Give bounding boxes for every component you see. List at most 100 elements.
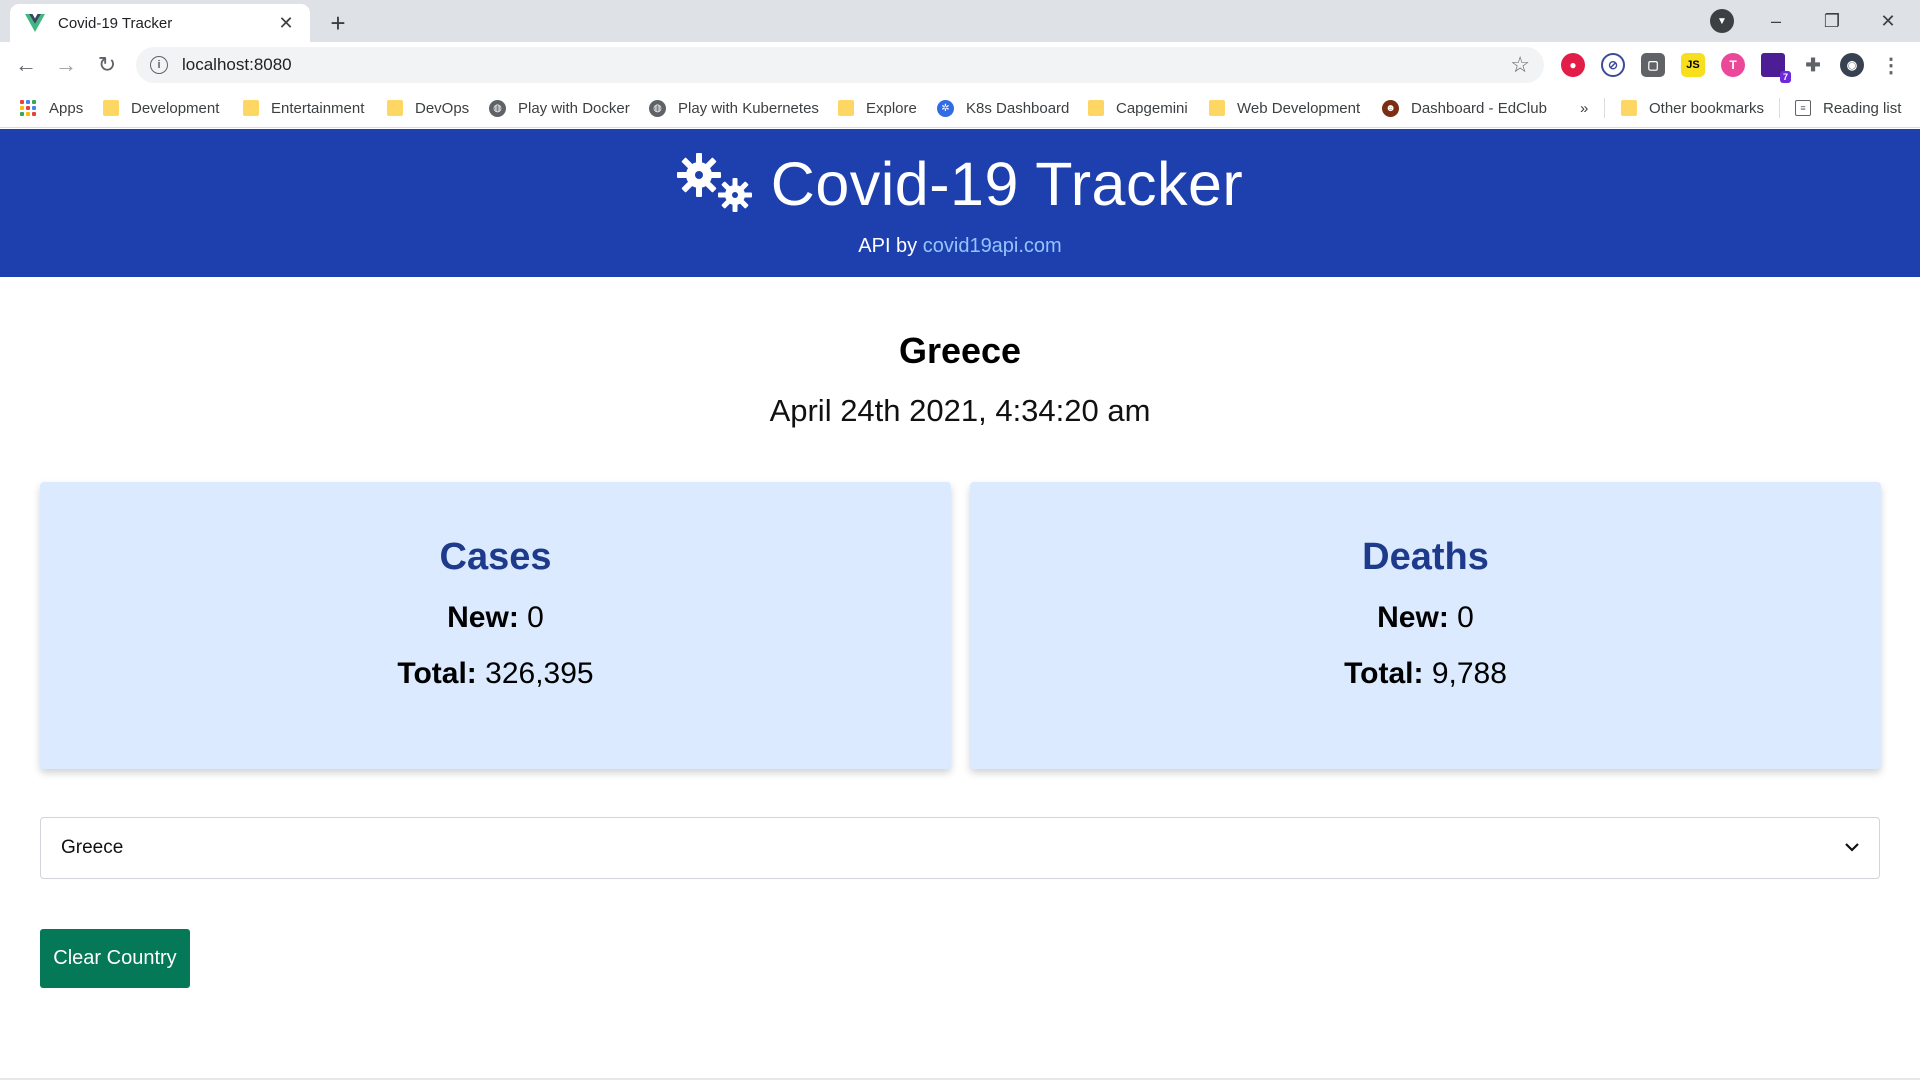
reading-list-label: Reading list xyxy=(1823,99,1902,117)
deaths-total-value: 9,788 xyxy=(1431,657,1507,690)
tab-close-icon[interactable]: ✕ xyxy=(274,11,298,35)
profile-avatar[interactable]: ◉ xyxy=(1840,53,1864,77)
folder-icon xyxy=(838,100,854,116)
edclub-icon: ☻ xyxy=(1382,99,1399,117)
bookmark-label: Play with Docker xyxy=(518,99,630,117)
reload-icon[interactable]: ↻ xyxy=(91,49,123,81)
folder-icon xyxy=(103,100,119,116)
reading-list-icon: ≡ xyxy=(1795,100,1811,116)
bookmark-label: Web Development xyxy=(1237,99,1361,117)
js-extension-icon[interactable]: JS xyxy=(1681,53,1705,77)
bookmark-capgemini[interactable]: Capgemini xyxy=(1088,96,1188,120)
minimize-button[interactable]: – xyxy=(1752,0,1800,42)
bookmark-devops[interactable]: DevOps xyxy=(387,96,469,120)
bookmark-play-with-docker[interactable]: ◍ Play with Docker xyxy=(489,96,630,120)
bookmarks-bar: Apps Development Entertainment DevOps ◍ … xyxy=(0,88,1920,128)
new-tab-button[interactable]: + xyxy=(322,7,354,39)
cases-total-value: 326,395 xyxy=(485,657,594,690)
virus-cogs-icon xyxy=(676,151,755,218)
address-url[interactable]: localhost:8080 xyxy=(182,55,1510,75)
folder-icon xyxy=(1088,100,1104,116)
country-select-value: Greece xyxy=(61,837,124,858)
bookmark-star-icon[interactable]: ☆ xyxy=(1510,52,1530,78)
country-select[interactable]: Greece xyxy=(40,817,1880,879)
bookmark-k8s-dashboard[interactable]: ✲ K8s Dashboard xyxy=(937,96,1069,120)
bookmark-label: Explore xyxy=(866,99,917,117)
folder-icon xyxy=(243,100,259,116)
deaths-new: New: 0 xyxy=(970,601,1881,635)
bookmark-web-development[interactable]: Web Development xyxy=(1209,96,1360,120)
deaths-new-value: 0 xyxy=(1457,601,1474,634)
bookmark-label: DevOps xyxy=(415,99,470,117)
extension-badge: 7 xyxy=(1779,71,1791,83)
bookmarks-divider xyxy=(1779,98,1780,118)
apps-grid-icon xyxy=(20,99,37,117)
puzzle-extensions-icon[interactable]: ✚ xyxy=(1801,53,1825,77)
cases-total: Total: 326,395 xyxy=(40,657,951,691)
deaths-total: Total: 9,788 xyxy=(970,657,1881,691)
cases-new-value: 0 xyxy=(527,601,544,634)
browser-toolbar: ← → ↻ i localhost:8080 ☆ ● ⊘ ▢ JS T 7 ✚ … xyxy=(0,42,1920,88)
header-title-row: Covid-19 Tracker xyxy=(0,149,1920,219)
cases-card: Cases New: 0 Total: 326,395 xyxy=(40,482,951,769)
deaths-total-label: Total: xyxy=(1344,657,1424,690)
extension-square-icon[interactable]: ▢ xyxy=(1641,53,1665,77)
back-arrow-icon[interactable]: ← xyxy=(10,49,42,81)
forward-arrow-icon[interactable]: → xyxy=(50,49,82,81)
bookmark-label: Entertainment xyxy=(271,99,365,117)
block-extension-icon[interactable]: ⊘ xyxy=(1601,53,1625,77)
browser-menu-icon[interactable]: ⋮ xyxy=(1879,53,1903,77)
deaths-card: Deaths New: 0 Total: 9,788 xyxy=(970,482,1881,769)
bookmark-label: Development xyxy=(131,99,220,117)
browser-tab[interactable]: Covid-19 Tracker ✕ xyxy=(10,4,310,42)
app-header: Covid-19 Tracker API by covid19api.com xyxy=(0,129,1920,277)
api-link[interactable]: covid19api.com xyxy=(923,235,1062,257)
cases-new-label: New: xyxy=(447,601,519,634)
cases-new: New: 0 xyxy=(40,601,951,635)
globe-icon: ◍ xyxy=(649,99,666,117)
folder-icon xyxy=(1209,100,1225,116)
last-updated-date: April 24th 2021, 4:34:20 am xyxy=(769,393,1151,428)
cases-total-label: Total: xyxy=(397,657,477,690)
close-window-button[interactable]: ✕ xyxy=(1864,0,1912,42)
bookmark-play-with-kubernetes[interactable]: ◍ Play with Kubernetes xyxy=(649,96,819,120)
api-credit: API by covid19api.com xyxy=(0,235,1920,258)
bookmark-entertainment[interactable]: Entertainment xyxy=(243,96,364,120)
bookmark-label: Play with Kubernetes xyxy=(678,99,819,117)
t-extension-icon[interactable]: T xyxy=(1721,53,1745,77)
site-info-icon[interactable]: i xyxy=(150,56,168,74)
chevron-down-icon xyxy=(1845,839,1859,857)
bookmark-label: Other bookmarks xyxy=(1649,99,1765,117)
restore-button[interactable]: ❐ xyxy=(1808,0,1856,42)
browser-tabstrip: Covid-19 Tracker ✕ + ▼ – ❐ ✕ xyxy=(0,0,1920,42)
bookmarks-overflow-button[interactable]: » xyxy=(1580,96,1588,120)
bookmark-label: K8s Dashboard xyxy=(966,99,1070,117)
adblock-extension-icon[interactable]: ● xyxy=(1561,53,1585,77)
folder-icon xyxy=(387,100,403,116)
bookmark-apps[interactable]: Apps xyxy=(20,96,83,120)
bookmark-label: Apps xyxy=(49,99,84,117)
bookmark-other-bookmarks[interactable]: Other bookmarks xyxy=(1621,96,1764,120)
graduation-extension-icon[interactable]: 7 xyxy=(1761,53,1791,83)
deaths-card-title: Deaths xyxy=(1362,536,1489,578)
globe-icon: ◍ xyxy=(489,99,506,117)
kubernetes-icon: ✲ xyxy=(937,99,954,117)
tab-search-icon[interactable]: ▼ xyxy=(1710,9,1734,33)
cases-card-title: Cases xyxy=(439,536,552,578)
bookmark-explore[interactable]: Explore xyxy=(838,96,917,120)
tab-title: Covid-19 Tracker xyxy=(58,14,173,32)
vue-logo-icon xyxy=(24,12,46,34)
bookmark-label: Dashboard - EdClub xyxy=(1411,99,1547,117)
country-heading: Greece xyxy=(898,330,1022,371)
reading-list-button[interactable]: ≡ Reading list xyxy=(1795,96,1901,120)
bookmarks-divider xyxy=(1604,98,1605,118)
clear-country-button[interactable]: Clear Country xyxy=(40,929,190,988)
bookmark-label: Capgemini xyxy=(1116,99,1188,117)
bookmark-dashboard-edclub[interactable]: ☻ Dashboard - EdClub xyxy=(1382,96,1547,120)
api-credit-prefix: API by xyxy=(858,235,918,257)
address-bar[interactable]: i localhost:8080 ☆ xyxy=(136,47,1544,83)
folder-icon xyxy=(1621,100,1637,116)
bookmark-development[interactable]: Development xyxy=(103,96,219,120)
app-title: Covid-19 Tracker xyxy=(770,150,1244,218)
deaths-new-label: New: xyxy=(1377,601,1449,634)
